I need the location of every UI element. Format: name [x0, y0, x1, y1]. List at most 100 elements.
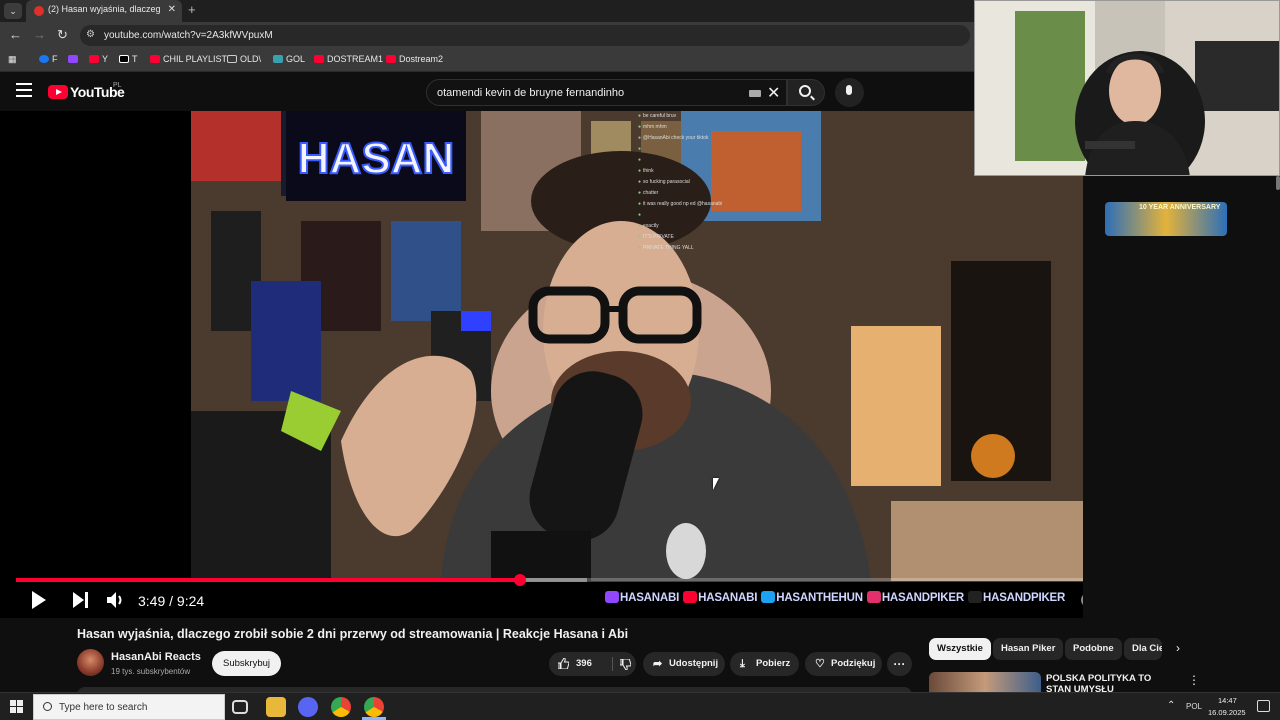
youtube-icon [314, 55, 324, 63]
file-explorer-icon[interactable] [266, 697, 286, 717]
subscriber-count: 19 tys. subskrybentów [111, 667, 191, 676]
chat-message: ● it was really good np ed @hasanabi [638, 201, 723, 207]
language-indicator[interactable]: POL [1186, 702, 1202, 711]
bookmark-dostream1[interactable]: DOSTREAM1 [314, 54, 383, 64]
search-button[interactable] [787, 79, 825, 106]
thanks-button[interactable]: ♡ Podziękuj [805, 652, 882, 676]
video-player[interactable]: HASAN ● be careful bruv ● mhm mhm ● @HasanA… [0, 111, 1258, 618]
menu-hamburger-icon[interactable] [16, 83, 32, 97]
bookmark-x[interactable]: T [119, 54, 138, 64]
chrome-active-icon[interactable] [364, 697, 384, 717]
chip-for-you[interactable]: Dla Ciebie [1124, 638, 1162, 660]
clock-time[interactable]: 14:47 [1218, 696, 1237, 705]
taskbar-search-placeholder: Type here to search [59, 702, 148, 713]
promo-banner[interactable]: 10 YEAR ANNIVERSARY [1105, 202, 1227, 236]
notifications-icon[interactable] [1257, 700, 1270, 712]
youtube-icon [683, 591, 698, 603]
address-bar[interactable]: ⚙ youtube.com/watch?v=2A3kfWVpuxM [80, 25, 970, 46]
sidebar-panel: 10 YEAR ANNIVERSARY [1083, 176, 1280, 618]
download-button[interactable]: ⤓ Pobierz [730, 652, 799, 676]
voice-search-button[interactable] [835, 78, 864, 107]
youtube-favicon-icon [34, 6, 44, 16]
tiktok-icon [967, 591, 982, 603]
chip-similar[interactable]: Podobne [1065, 638, 1122, 660]
twitch-icon [68, 55, 78, 63]
share-button[interactable]: ➦ Udostępnij [643, 652, 725, 676]
windows-start-icon[interactable] [10, 700, 23, 713]
bookmark-twitch[interactable] [68, 54, 81, 64]
keyboard-icon[interactable] [749, 90, 761, 97]
search-input[interactable]: otamendi kevin de bruyne fernandinho ✕ [426, 79, 787, 106]
channel-avatar[interactable] [77, 649, 104, 676]
channel-name[interactable]: HasanAbi Reacts [111, 651, 201, 663]
search-query: otamendi kevin de bruyne fernandinho [437, 87, 625, 99]
tab-search-menu-button[interactable]: ⌄ [4, 3, 22, 19]
apps-grid-icon[interactable]: ▦ [8, 54, 17, 65]
bookmark-youtube[interactable]: Y [89, 54, 108, 64]
progress-played [16, 578, 521, 582]
promo-text: 10 YEAR ANNIVERSARY [1139, 204, 1221, 211]
webcam-overlay [974, 0, 1280, 176]
chat-message: ● be careful bruv [638, 113, 677, 119]
youtube-icon [150, 55, 160, 63]
twitter-icon [761, 591, 776, 603]
next-video-icon[interactable] [73, 592, 88, 608]
chat-message: ● so fucking parasocial [638, 179, 690, 185]
tab-close-icon[interactable]: ✕ [168, 4, 176, 15]
progress-bar[interactable] [16, 574, 1258, 586]
browser-tab-active[interactable]: (2) Hasan wyjaśnia, dlaczego zr ✕ [26, 0, 182, 22]
chevron-right-icon[interactable]: › [1176, 641, 1180, 655]
subscribe-button[interactable]: Subskrybuj [212, 651, 281, 676]
reload-icon[interactable]: ↻ [57, 27, 68, 43]
chip-hasan-piker[interactable]: Hasan Piker [993, 638, 1064, 660]
address-bar-url: youtube.com/watch?v=2A3kfWVpuxM [104, 30, 273, 41]
chat-message: ● mhm mhm [638, 124, 667, 130]
folder-icon [227, 55, 237, 63]
back-arrow-icon[interactable]: ← [9, 27, 22, 42]
play-icon[interactable] [32, 591, 46, 609]
like-divider [612, 657, 613, 671]
recommendation-menu-icon[interactable]: ⋮ [1188, 673, 1200, 687]
chat-message: ● exactly [638, 223, 659, 229]
volume-icon[interactable] [107, 591, 125, 609]
chip-all[interactable]: Wszystkie [929, 638, 991, 660]
tray-chevron-up-icon[interactable]: ⌃ [1167, 700, 1175, 711]
gol-icon [273, 55, 283, 63]
thanks-heart-icon: ♡ [815, 658, 825, 670]
chat-message: ● [638, 146, 642, 152]
bookmark-facebook[interactable]: F [39, 54, 58, 64]
scrollbar-thumb[interactable] [1276, 176, 1280, 190]
like-dislike-group: 396 [549, 652, 636, 676]
forward-arrow-icon[interactable]: → [33, 27, 46, 42]
tab-title: (2) Hasan wyjaśnia, dlaczego zr [48, 4, 160, 14]
more-actions-button[interactable]: ··· [887, 652, 912, 676]
bookmark-dostream2[interactable]: Dostream2 [386, 54, 443, 64]
bookmark-folder-old[interactable]: OLD\ [227, 54, 261, 64]
webcam-image [975, 1, 1279, 175]
facebook-icon [39, 55, 49, 63]
mouse-cursor-icon [713, 478, 719, 490]
site-info-icon[interactable]: ⚙ [86, 29, 95, 40]
chat-message: ● [638, 212, 642, 218]
chat-message: ● @HasanAbi check your tiktok [638, 135, 709, 141]
clock-date[interactable]: 16.09.2025 [1208, 708, 1246, 717]
chrome-icon[interactable] [331, 697, 351, 717]
like-count[interactable]: 396 [576, 652, 592, 676]
instagram-icon [866, 591, 881, 603]
download-icon: ⤓ [740, 658, 745, 670]
bookmark-chil-playlist[interactable]: CHIL PLAYLIST [150, 54, 227, 64]
chat-message: ● IT'S PRIVATE [638, 234, 674, 240]
task-view-icon[interactable] [232, 700, 248, 714]
bookmark-gol[interactable]: GOL [273, 54, 305, 64]
video-frame[interactable]: HASAN [191, 111, 1083, 581]
clear-search-icon[interactable]: ✕ [767, 83, 780, 103]
youtube-play-logo-icon [48, 85, 68, 99]
thumbs-down-icon[interactable] [620, 659, 631, 670]
discord-icon[interactable] [298, 697, 318, 717]
thumbs-up-icon[interactable] [558, 658, 569, 669]
new-tab-button[interactable]: + [188, 2, 196, 17]
search-icon [43, 702, 52, 711]
windows-taskbar: Type here to search ⌃ POL 14:47 16.09.20… [0, 692, 1280, 720]
taskbar-search-box[interactable]: Type here to search [33, 694, 225, 720]
chat-message: ● PRIVATE THING YALL [638, 245, 694, 251]
